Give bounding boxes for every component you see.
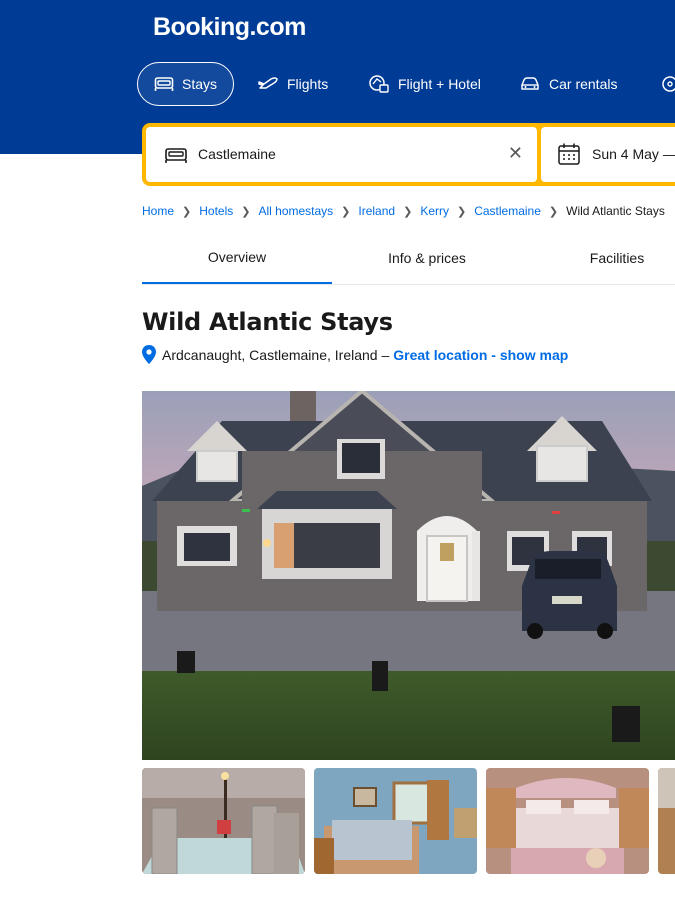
- property-tabs: Overview Info & prices Facilities: [142, 232, 675, 285]
- bed-icon: [165, 148, 187, 163]
- chevron-right-icon: ❯: [548, 206, 559, 218]
- nav-attractions[interactable]: [643, 62, 675, 106]
- checkin-date-text: Sun 4 May: [592, 146, 659, 162]
- address-text: Ardcanaught, Castlemaine, Ireland –: [162, 346, 390, 363]
- breadcrumb-kerry[interactable]: Kerry: [420, 204, 449, 218]
- breadcrumb-current: Wild Atlantic Stays: [566, 204, 665, 218]
- chevron-right-icon: ❯: [456, 206, 467, 218]
- tab-overview[interactable]: Overview: [142, 232, 332, 284]
- date-separator: —: [663, 146, 675, 162]
- thumbnail-partial[interactable]: [658, 768, 675, 874]
- nav-label: Flights: [287, 76, 329, 92]
- breadcrumb-homestays[interactable]: All homestays: [258, 204, 333, 218]
- nav-label: Flight + Hotel: [398, 76, 481, 92]
- breadcrumb: Home ❯ Hotels ❯ All homestays ❯ Ireland ❯ Kerry ❯…: [142, 204, 665, 218]
- destination-input[interactable]: Castlemaine: [198, 146, 276, 162]
- attractions-icon: [662, 76, 675, 92]
- breadcrumb-home[interactable]: Home: [142, 204, 174, 218]
- bedroom-photo: [314, 768, 477, 874]
- bedroom-photo: [486, 768, 649, 874]
- house-photo: [142, 391, 675, 760]
- car-icon: [521, 77, 539, 90]
- breadcrumb-hotels[interactable]: Hotels: [199, 204, 233, 218]
- date-field[interactable]: Sun 4 May —: [541, 127, 675, 182]
- thumbnail-dining-room[interactable]: [142, 768, 305, 874]
- flight-hotel-icon: [369, 75, 389, 93]
- search-bar: Castlemaine ✕ Sun 4 May —: [142, 123, 675, 186]
- location-pin-icon: [142, 345, 156, 364]
- clear-destination-icon[interactable]: ✕: [508, 143, 523, 164]
- show-map-link[interactable]: Great location - show map: [393, 347, 568, 363]
- dining-room-photo: [142, 768, 305, 874]
- nav-car-rentals[interactable]: Car rentals: [503, 62, 633, 106]
- checkin-date[interactable]: Sun 4 May —: [592, 146, 675, 162]
- nav-stays[interactable]: Stays: [137, 62, 235, 106]
- chevron-right-icon: ❯: [182, 206, 192, 218]
- room-photo: [658, 768, 675, 874]
- breadcrumb-ireland[interactable]: Ireland: [358, 204, 395, 218]
- tab-info-prices[interactable]: Info & prices: [332, 232, 522, 284]
- nav-label: Car rentals: [549, 76, 618, 92]
- breadcrumb-castlemaine[interactable]: Castlemaine: [474, 204, 541, 218]
- booking-logo[interactable]: Booking.com: [153, 13, 306, 42]
- nav-label: Stays: [182, 76, 218, 92]
- bed-icon: [154, 77, 174, 91]
- tab-facilities[interactable]: Facilities: [522, 232, 675, 284]
- chevron-right-icon: ❯: [403, 206, 413, 218]
- chevron-right-icon: ❯: [241, 206, 251, 218]
- main-property-photo[interactable]: [142, 391, 675, 760]
- property-address: Ardcanaught, Castlemaine, Ireland – Grea…: [142, 345, 568, 364]
- thumbnail-bedroom-1[interactable]: [314, 768, 477, 874]
- property-title: Wild Atlantic Stays: [142, 308, 393, 336]
- destination-field[interactable]: Castlemaine ✕: [146, 127, 537, 182]
- nav-flight-hotel[interactable]: Flight + Hotel: [352, 62, 497, 106]
- thumbnail-bedroom-2[interactable]: [486, 768, 649, 874]
- calendar-icon: [558, 143, 580, 165]
- chevron-right-icon: ❯: [341, 206, 351, 218]
- nav-flights[interactable]: Flights: [241, 62, 344, 106]
- plane-icon: [258, 77, 278, 89]
